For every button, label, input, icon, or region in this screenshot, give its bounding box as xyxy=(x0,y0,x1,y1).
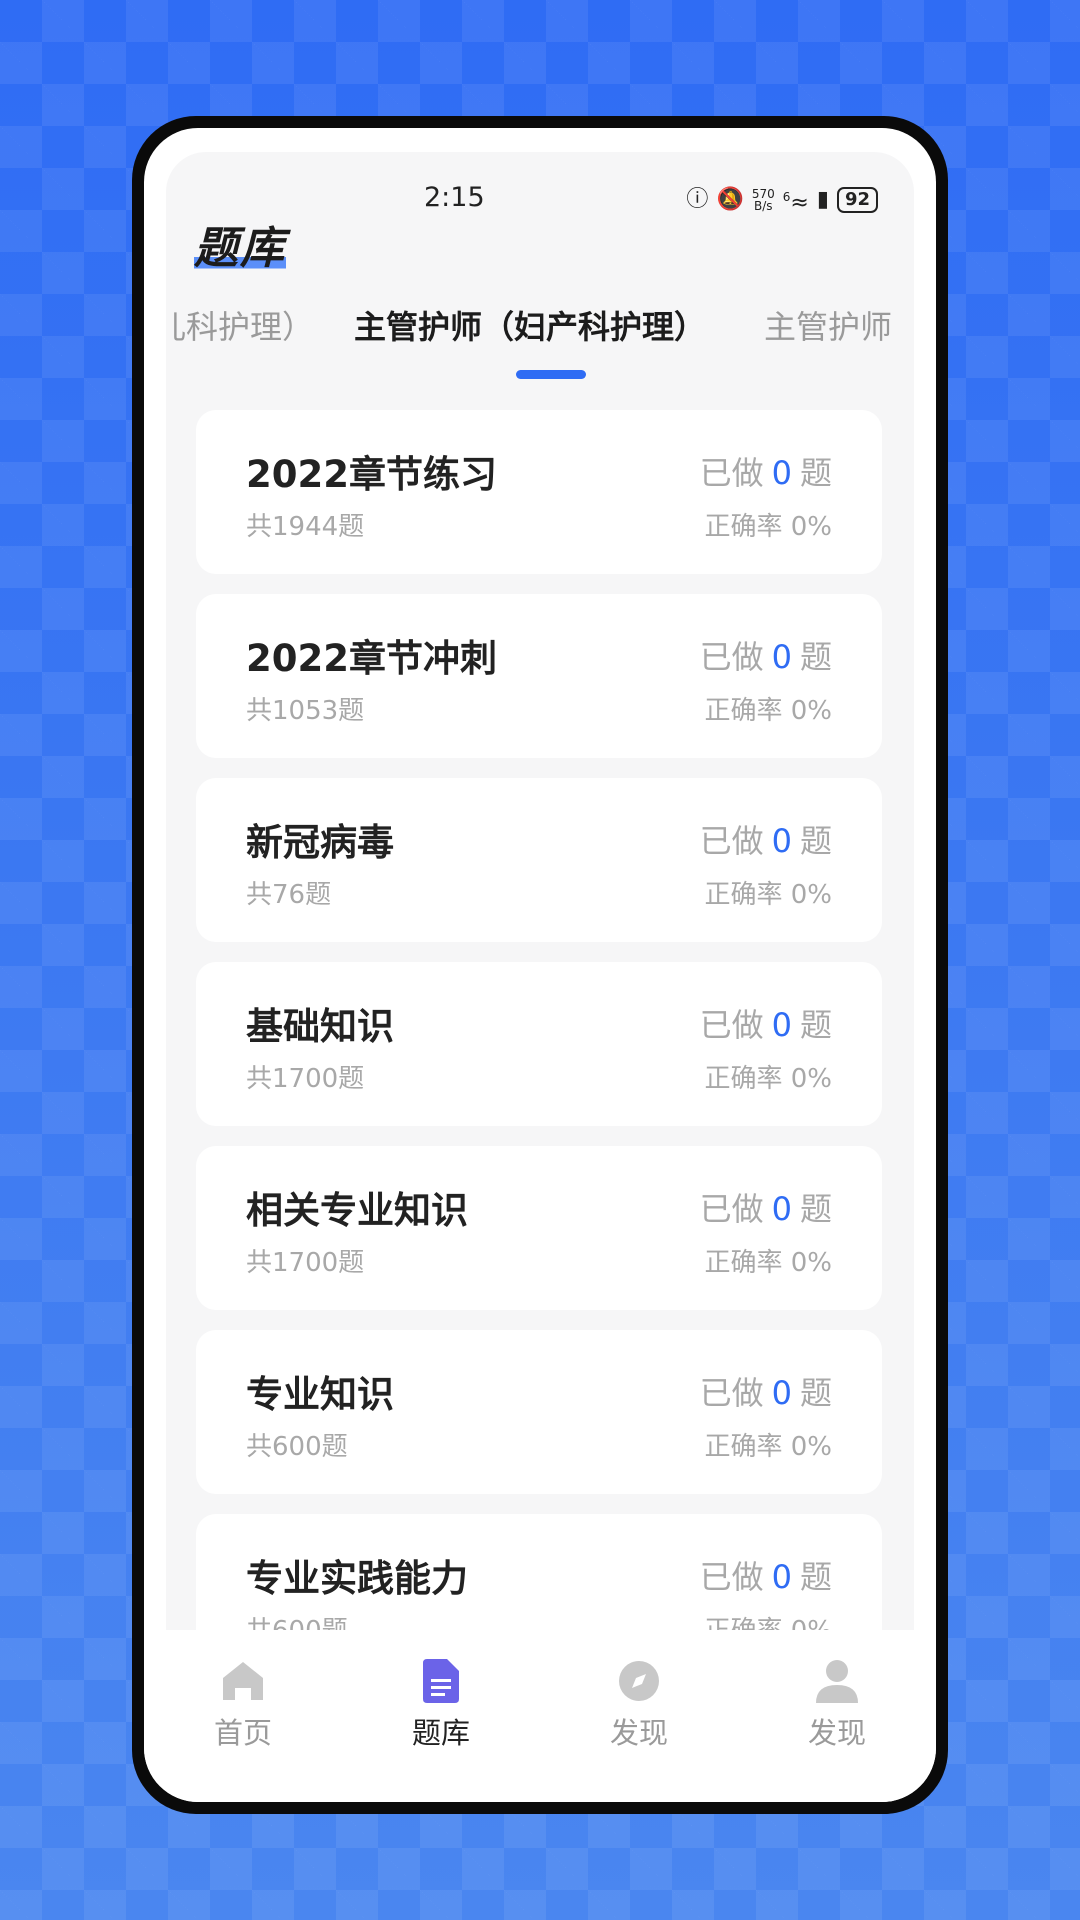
status-icons: ⓘ 🔕 570 B/s 6≈ ▮ 92 xyxy=(686,184,878,216)
list-item[interactable]: 新冠病毒 共76题 已做 0 题 正确率 0% xyxy=(196,778,882,942)
done-num: 0 xyxy=(771,1374,792,1412)
card-count: 共1053题 xyxy=(246,696,365,726)
done-num: 0 xyxy=(771,1558,792,1596)
nav-label: 发现 xyxy=(609,1716,668,1750)
done-num: 0 xyxy=(771,1190,792,1228)
wifi-icon: 6≈ xyxy=(782,190,809,216)
done-num: 0 xyxy=(771,454,792,492)
accuracy: 正确率 0% xyxy=(704,696,832,726)
document-icon xyxy=(418,1658,464,1704)
list-item[interactable]: 相关专业知识 共1700题 已做 0 题 正确率 0% xyxy=(196,1146,882,1310)
nav-label: 首页 xyxy=(213,1716,272,1750)
card-count: 共1700题 xyxy=(246,1064,365,1094)
done-count: 已做 0 题 xyxy=(700,1184,832,1230)
nav-label: 题库 xyxy=(411,1716,470,1750)
app-screen: 2:15 ⓘ 🔕 570 B/s 6≈ ▮ 92 题库 儿科护理） 主管护师（妇… xyxy=(144,128,936,1802)
done-prefix: 已做 xyxy=(699,638,764,676)
net-speed: 570 B/s xyxy=(752,188,775,212)
done-num: 0 xyxy=(771,1006,792,1044)
question-bank-list: 2022章节练习 共1944题 已做 0 题 正确率 0% 2022章节冲刺 共10… xyxy=(196,410,882,1672)
net-speed-unit: B/s xyxy=(754,199,773,214)
nav-label: 发现 xyxy=(807,1716,866,1750)
home-icon xyxy=(220,1658,266,1704)
list-item[interactable]: 2022章节练习 共1944题 已做 0 题 正确率 0% xyxy=(196,410,882,574)
accuracy: 正确率 0% xyxy=(704,1064,832,1094)
done-count: 已做 0 题 xyxy=(700,1000,832,1046)
tab-active[interactable]: 主管护师（妇产科护理） xyxy=(354,302,706,348)
accuracy: 正确率 0% xyxy=(704,512,832,542)
user-icon xyxy=(814,1658,860,1704)
category-tabs: 儿科护理） 主管护师（妇产科护理） 主管护师 xyxy=(166,302,914,362)
done-prefix: 已做 xyxy=(699,1558,764,1596)
list-item[interactable]: 基础知识 共1700题 已做 0 题 正确率 0% xyxy=(196,962,882,1126)
accuracy: 正确率 0% xyxy=(704,1432,832,1462)
done-count: 已做 0 题 xyxy=(700,816,832,862)
done-count: 已做 0 题 xyxy=(700,1552,832,1598)
list-item[interactable]: 专业知识 共600题 已做 0 题 正确率 0% xyxy=(196,1330,882,1494)
done-count: 已做 0 题 xyxy=(700,1368,832,1414)
accuracy: 正确率 0% xyxy=(704,1248,832,1278)
done-suffix: 题 xyxy=(799,1374,832,1412)
nav-home[interactable]: 首页 xyxy=(144,1630,342,1802)
card-title: 2022章节冲刺 xyxy=(246,637,497,680)
done-suffix: 题 xyxy=(799,1190,832,1228)
card-title: 专业知识 xyxy=(246,1373,394,1416)
wifi-label: 6 xyxy=(782,190,791,204)
card-title: 专业实践能力 xyxy=(246,1557,468,1600)
done-prefix: 已做 xyxy=(699,1006,764,1044)
phone-frame: 2:15 ⓘ 🔕 570 B/s 6≈ ▮ 92 题库 儿科护理） 主管护师（妇… xyxy=(132,116,948,1814)
done-count: 已做 0 题 xyxy=(700,448,832,494)
done-prefix: 已做 xyxy=(699,822,764,860)
list-item[interactable]: 2022章节冲刺 共1053题 已做 0 题 正确率 0% xyxy=(196,594,882,758)
done-suffix: 题 xyxy=(799,454,832,492)
nav-discover[interactable]: 发现 xyxy=(540,1630,738,1802)
page-title: 题库 xyxy=(194,212,286,276)
done-num: 0 xyxy=(771,822,792,860)
card-title: 相关专业知识 xyxy=(246,1189,468,1232)
accuracy: 正确率 0% xyxy=(704,880,832,910)
done-suffix: 题 xyxy=(799,1558,832,1596)
card-count: 共1944题 xyxy=(246,512,365,542)
card-title: 新冠病毒 xyxy=(246,821,394,864)
card-count: 共600题 xyxy=(246,1432,348,1462)
card-count: 共1700题 xyxy=(246,1248,365,1278)
status-time: 2:15 xyxy=(424,182,485,213)
sim-icon: ▮ xyxy=(816,187,829,213)
hd-icon: ⓘ xyxy=(686,187,709,213)
done-suffix: 题 xyxy=(799,638,832,676)
done-suffix: 题 xyxy=(799,1006,832,1044)
done-suffix: 题 xyxy=(799,822,832,860)
tab-next[interactable]: 主管护师 xyxy=(764,302,892,348)
card-count: 共76题 xyxy=(246,880,332,910)
done-prefix: 已做 xyxy=(699,1190,764,1228)
bottom-nav: 首页 题库 发现 发现 xyxy=(144,1630,936,1802)
done-prefix: 已做 xyxy=(699,1374,764,1412)
nav-profile[interactable]: 发现 xyxy=(738,1630,936,1802)
done-count: 已做 0 题 xyxy=(700,632,832,678)
tab-prev[interactable]: 儿科护理） xyxy=(166,302,314,348)
compass-icon xyxy=(616,1658,662,1704)
card-title: 基础知识 xyxy=(246,1005,394,1048)
tab-indicator xyxy=(516,370,586,379)
battery-indicator: 92 xyxy=(836,187,878,214)
mute-bell-icon: 🔕 xyxy=(716,187,744,213)
nav-question-bank[interactable]: 题库 xyxy=(342,1630,540,1802)
content-area: 2:15 ⓘ 🔕 570 B/s 6≈ ▮ 92 题库 儿科护理） 主管护师（妇… xyxy=(166,152,914,1672)
card-title: 2022章节练习 xyxy=(246,453,497,496)
done-prefix: 已做 xyxy=(699,454,764,492)
done-num: 0 xyxy=(771,638,792,676)
